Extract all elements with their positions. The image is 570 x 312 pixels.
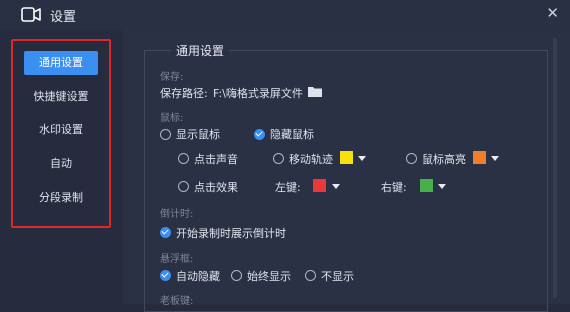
window-title: 设置 xyxy=(50,10,77,25)
left-key-color-swatch[interactable] xyxy=(313,179,326,192)
cursor-highlight-color-swatch[interactable] xyxy=(473,151,486,164)
countdown-section-label: 倒计时: xyxy=(160,209,194,220)
show-cursor-radio[interactable] xyxy=(160,129,171,140)
left-key-label: 左键: xyxy=(275,181,301,194)
countdown-label[interactable]: 开始录制时展示倒计时 xyxy=(176,225,286,241)
save-path-label: 保存路径: xyxy=(160,87,208,100)
boss-key-section-label: 老板键: xyxy=(160,296,194,307)
sidebar-item-segment-recording[interactable]: 分段录制 xyxy=(24,186,98,210)
auto-hide-label[interactable]: 自动隐藏 xyxy=(176,268,220,284)
click-effect-label[interactable]: 点击效果 xyxy=(194,179,238,195)
always-show-radio[interactable] xyxy=(231,270,242,281)
save-path-value[interactable]: F:\嗨格式录屏文件 xyxy=(213,85,303,101)
mouse-section-label: 鼠标: xyxy=(160,113,184,124)
click-sound-radio[interactable] xyxy=(178,153,189,164)
move-track-color-dropdown-icon[interactable] xyxy=(358,156,366,161)
float-window-section-label: 悬浮框: xyxy=(160,254,194,265)
move-track-label[interactable]: 移动轨迹 xyxy=(289,151,333,167)
title-bar: 设置 ✕ xyxy=(0,0,570,30)
always-show-label[interactable]: 始终显示 xyxy=(247,268,291,284)
left-key-color-dropdown-icon[interactable] xyxy=(332,184,340,189)
auto-hide-radio[interactable] xyxy=(160,270,171,281)
scrollbar[interactable] xyxy=(553,38,557,298)
video-camera-icon xyxy=(21,7,41,22)
cursor-highlight-color-dropdown-icon[interactable] xyxy=(491,156,499,161)
cursor-highlight-label[interactable]: 鼠标高亮 xyxy=(422,151,466,167)
hide-cursor-radio[interactable] xyxy=(254,129,265,140)
sidebar: 通用设置 快捷键设置 水印设置 自动 分段录制 xyxy=(0,30,123,304)
move-track-radio[interactable] xyxy=(273,153,284,164)
group-title: 通用设置 xyxy=(171,42,230,59)
right-key-label: 右键: xyxy=(381,181,407,194)
right-key-color-swatch[interactable] xyxy=(420,179,433,192)
right-key-color-dropdown-icon[interactable] xyxy=(438,184,446,189)
save-section-label: 保存: xyxy=(160,72,184,83)
hide-cursor-label[interactable]: 隐藏鼠标 xyxy=(270,126,314,142)
cursor-highlight-radio[interactable] xyxy=(406,153,417,164)
click-sound-label[interactable]: 点击声音 xyxy=(194,151,238,167)
never-show-label[interactable]: 不显示 xyxy=(321,268,354,284)
settings-panel: 通用设置 保存: 保存路径: F:\嗨格式录屏文件 鼠标: 显示鼠标 隐藏鼠标 … xyxy=(123,30,570,312)
close-icon[interactable]: ✕ xyxy=(546,4,559,22)
sidebar-item-auto[interactable]: 自动 xyxy=(24,152,98,176)
move-track-color-swatch[interactable] xyxy=(340,151,353,164)
show-cursor-label[interactable]: 显示鼠标 xyxy=(176,126,220,142)
sidebar-item-watermark[interactable]: 水印设置 xyxy=(24,118,98,142)
never-show-radio[interactable] xyxy=(305,270,316,281)
sidebar-item-hotkeys[interactable]: 快捷键设置 xyxy=(24,85,98,109)
click-effect-radio[interactable] xyxy=(178,181,189,192)
folder-icon[interactable] xyxy=(308,86,322,97)
countdown-checkbox[interactable] xyxy=(160,227,171,238)
sidebar-item-general[interactable]: 通用设置 xyxy=(24,51,98,75)
